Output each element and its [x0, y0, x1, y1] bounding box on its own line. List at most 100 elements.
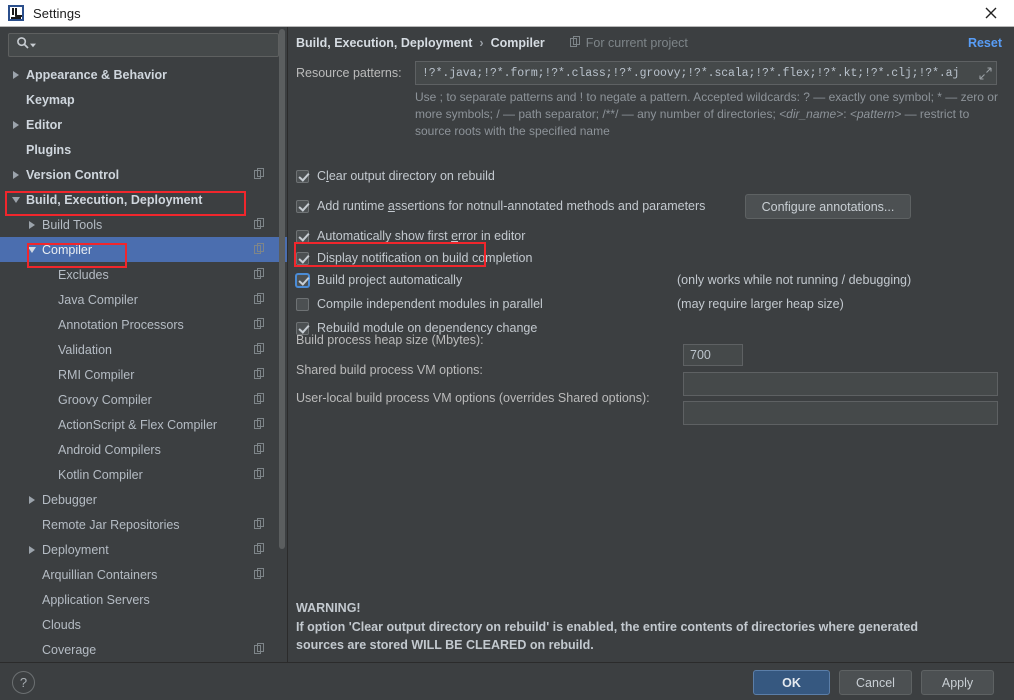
- sidebar-item-keymap[interactable]: Keymap: [0, 87, 287, 112]
- checkbox-compile-independent-modules-in-parallel[interactable]: Compile independent modules in parallel: [296, 297, 543, 311]
- sidebar-item-remote-jar-repositories[interactable]: Remote Jar Repositories: [0, 512, 287, 537]
- apply-button[interactable]: Apply: [921, 670, 994, 695]
- resource-patterns-value: !?*.java;!?*.form;!?*.class;!?*.groovy;!…: [422, 66, 960, 80]
- checkbox-label: Display notification on build completion: [317, 251, 532, 265]
- breadcrumb-parent[interactable]: Build, Execution, Deployment: [296, 36, 472, 50]
- cancel-button[interactable]: Cancel: [839, 670, 912, 695]
- sidebar-scrollbar[interactable]: [279, 29, 285, 589]
- sidebar-item-android-compilers[interactable]: Android Compilers: [0, 437, 287, 462]
- sidebar-item-label: Plugins: [26, 142, 72, 157]
- expand-icon[interactable]: [979, 67, 992, 80]
- shared-vm-options-label: Shared build process VM options:: [296, 363, 483, 377]
- shared-vm-options-input[interactable]: [683, 372, 998, 396]
- sidebar-item-arquillian-containers[interactable]: Arquillian Containers: [0, 562, 287, 587]
- warning-message: WARNING! If option 'Clear output directo…: [296, 599, 996, 655]
- reset-link[interactable]: Reset: [968, 36, 1002, 50]
- resource-patterns-input[interactable]: !?*.java;!?*.form;!?*.class;!?*.groovy;!…: [415, 61, 997, 85]
- chevron-right-icon[interactable]: [26, 218, 39, 231]
- sidebar-item-validation[interactable]: Validation: [0, 337, 287, 362]
- chevron-down-icon[interactable]: [10, 193, 23, 206]
- window-titlebar: Settings: [0, 0, 1014, 27]
- warning-title: WARNING!: [296, 601, 361, 615]
- user-local-vm-options-input[interactable]: [683, 401, 998, 425]
- project-scope-badge-icon: [254, 368, 265, 379]
- sidebar-item-label: Compiler: [42, 242, 93, 257]
- no-arrow-spacer: [10, 143, 23, 156]
- sidebar-item-kotlin-compiler[interactable]: Kotlin Compiler: [0, 462, 287, 487]
- sidebar-item-editor[interactable]: Editor: [0, 112, 287, 137]
- search-dropdown-icon[interactable]: [29, 36, 37, 54]
- checkbox-automatically-show-first-error-in-editor[interactable]: Automatically show first error in editor: [296, 229, 525, 243]
- chevron-right-icon[interactable]: [10, 168, 23, 181]
- sidebar-item-java-compiler[interactable]: Java Compiler: [0, 287, 287, 312]
- no-arrow-spacer: [26, 518, 39, 531]
- checkbox-box[interactable]: [296, 169, 309, 183]
- sidebar-item-label: Android Compilers: [58, 442, 161, 457]
- sidebar-item-build-execution-deployment[interactable]: Build, Execution, Deployment: [0, 187, 287, 212]
- sidebar-item-label: Groovy Compiler: [58, 392, 152, 407]
- project-scope-badge-icon: [254, 568, 265, 579]
- sidebar-item-groovy-compiler[interactable]: Groovy Compiler: [0, 387, 287, 412]
- sidebar-item-label: Clouds: [42, 617, 81, 632]
- sidebar-item-version-control[interactable]: Version Control: [0, 162, 287, 187]
- sidebar-item-label: Deployment: [42, 542, 109, 557]
- sidebar-item-rmi-compiler[interactable]: RMI Compiler: [0, 362, 287, 387]
- no-arrow-spacer: [10, 93, 23, 106]
- sidebar-item-application-servers[interactable]: Application Servers: [0, 587, 287, 612]
- sidebar-item-compiler[interactable]: Compiler: [0, 237, 287, 262]
- sidebar-item-label: Excludes: [58, 267, 109, 282]
- chevron-right-icon[interactable]: [26, 493, 39, 506]
- checkbox-label: Add runtime assertions for notnull-annot…: [317, 199, 705, 213]
- sidebar-item-coverage[interactable]: Coverage: [0, 637, 287, 662]
- sidebar-item-label: RMI Compiler: [58, 367, 135, 382]
- no-arrow-spacer: [42, 468, 55, 481]
- help-button[interactable]: ?: [12, 671, 35, 694]
- checkbox-box[interactable]: [296, 199, 309, 213]
- checkbox-label-pre: Display notification on build completion: [317, 251, 533, 265]
- checkbox-display-notification-on-build-completion[interactable]: Display notification on build completion: [296, 251, 532, 265]
- sidebar-item-actionscript-flex-compiler[interactable]: ActionScript & Flex Compiler: [0, 412, 287, 437]
- search-container: [0, 27, 287, 62]
- help-text-part2: :: [843, 107, 850, 121]
- heap-size-input[interactable]: 700: [683, 344, 743, 366]
- sidebar-item-excludes[interactable]: Excludes: [0, 262, 287, 287]
- search-input[interactable]: [8, 33, 279, 57]
- no-arrow-spacer: [42, 318, 55, 331]
- settings-tree: Appearance & Behavior Keymap Editor Plugins…: [0, 62, 287, 662]
- checkbox-label-pre: Build project automatically: [317, 273, 463, 287]
- chevron-down-icon[interactable]: [26, 243, 39, 256]
- checkbox-box[interactable]: [296, 273, 309, 287]
- warning-line1: If option 'Clear output directory on reb…: [296, 619, 919, 634]
- checkbox-label-pre: C: [317, 169, 327, 183]
- no-arrow-spacer: [42, 343, 55, 356]
- sidebar-item-label: Coverage: [42, 642, 97, 657]
- checkbox-build-project-automatically[interactable]: Build project automatically: [296, 273, 462, 287]
- heap-size-label: Build process heap size (Mbytes):: [296, 333, 484, 347]
- ok-button[interactable]: OK: [753, 670, 830, 695]
- checkbox-box[interactable]: [296, 229, 309, 243]
- sidebar-item-build-tools[interactable]: Build Tools: [0, 212, 287, 237]
- close-icon[interactable]: [968, 0, 1014, 26]
- sidebar-item-clouds[interactable]: Clouds: [0, 612, 287, 637]
- no-arrow-spacer: [42, 418, 55, 431]
- checkbox-clear-output-directory-on-rebuild[interactable]: Clear output directory on rebuild: [296, 169, 495, 183]
- checkbox-add-runtime-assertions-for-notnull-annotated-met[interactable]: Add runtime assertions for notnull-annot…: [296, 199, 705, 213]
- sidebar-item-label: Keymap: [26, 92, 75, 107]
- sidebar-item-label: Appearance & Behavior: [26, 67, 168, 82]
- project-scope-badge-icon: [254, 268, 265, 279]
- checkbox-box[interactable]: [296, 297, 309, 311]
- breadcrumb-separator: ›: [479, 36, 484, 50]
- sidebar-item-debugger[interactable]: Debugger: [0, 487, 287, 512]
- chevron-right-icon[interactable]: [10, 68, 23, 81]
- sidebar-item-annotation-processors[interactable]: Annotation Processors: [0, 312, 287, 337]
- checkbox-hint-compile-independent-modules-in-parallel: (may require larger heap size): [677, 297, 844, 311]
- chevron-right-icon[interactable]: [26, 543, 39, 556]
- checkbox-box[interactable]: [296, 251, 309, 265]
- sidebar-item-plugins[interactable]: Plugins: [0, 137, 287, 162]
- sidebar-item-deployment[interactable]: Deployment: [0, 537, 287, 562]
- chevron-right-icon[interactable]: [10, 118, 23, 131]
- sidebar-scrollbar-thumb[interactable]: [279, 29, 285, 549]
- configure-annotations-button[interactable]: Configure annotations...: [745, 194, 911, 219]
- no-arrow-spacer: [42, 268, 55, 281]
- sidebar-item-appearance-behavior[interactable]: Appearance & Behavior: [0, 62, 287, 87]
